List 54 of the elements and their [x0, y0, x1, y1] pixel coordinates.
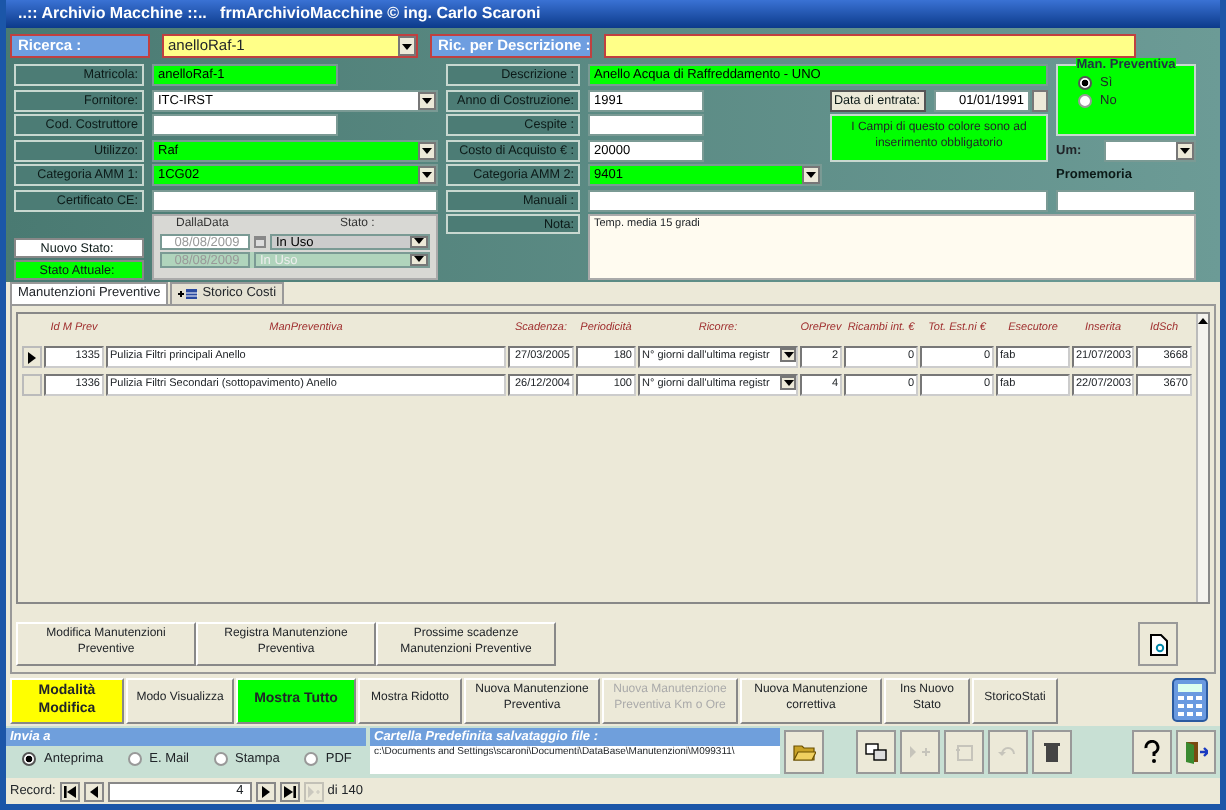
radio-button[interactable]	[1078, 94, 1092, 109]
open-folder-button[interactable]	[784, 730, 824, 774]
next-record-icon	[259, 785, 272, 797]
table-icon	[178, 288, 199, 300]
last-record-button[interactable]	[279, 781, 300, 801]
dropdown-arrow-icon	[402, 43, 412, 49]
radio-button[interactable]	[1078, 76, 1092, 91]
description-search-field[interactable]	[604, 34, 1136, 58]
previous-record-icon	[87, 785, 100, 797]
dropdown-arrow-icon	[783, 352, 793, 358]
calendar-icon	[254, 235, 266, 248]
exit-button[interactable]	[1176, 730, 1216, 774]
new-record-nav-icon	[307, 785, 320, 797]
delete-button[interactable]	[1032, 730, 1072, 774]
radio-button[interactable]	[213, 752, 227, 767]
text-field[interactable]	[588, 189, 1048, 211]
scrollbar[interactable]	[1196, 314, 1208, 602]
trash-icon	[1040, 740, 1064, 764]
first-record-button[interactable]	[59, 781, 80, 801]
last-record-icon	[283, 785, 296, 797]
dropdown-arrow-icon	[783, 380, 793, 386]
calendar-button[interactable]	[1032, 89, 1048, 111]
text-field[interactable]	[152, 114, 338, 136]
um-combo-box[interactable]	[1104, 139, 1196, 161]
first-record-icon	[63, 785, 76, 797]
row-selector[interactable]	[22, 346, 42, 368]
next-record-button[interactable]	[255, 781, 276, 801]
text-field[interactable]	[152, 189, 438, 211]
reminder-field[interactable]	[1056, 189, 1196, 211]
windows-icon	[864, 740, 888, 764]
dropdown-arrow-icon	[1180, 147, 1190, 153]
dropdown-arrow-icon	[414, 238, 424, 245]
help-icon	[1140, 740, 1164, 764]
dropdown-arrow-icon	[414, 256, 424, 263]
scroll-up-icon	[1198, 318, 1208, 324]
text-field[interactable]	[588, 114, 704, 136]
dropdown-arrow-icon	[422, 97, 432, 103]
document-preview-icon	[1149, 633, 1167, 655]
calculator-icon	[1172, 678, 1208, 722]
radio-button[interactable]	[22, 752, 36, 767]
arrow-icon	[908, 740, 932, 764]
radio-button[interactable]	[303, 752, 318, 767]
new-record-button[interactable]	[856, 730, 896, 774]
previous-record-button[interactable]	[83, 781, 104, 801]
exit-door-icon	[1184, 740, 1208, 764]
window-title: ..:: Archivio Macchine ::.. frmArchivioMacchine © ing. Carlo Scaroni	[6, 0, 1220, 28]
print-preview-button[interactable]	[1138, 622, 1178, 666]
radio-button[interactable]	[127, 752, 142, 767]
help-button[interactable]	[1132, 730, 1172, 774]
dropdown-arrow-icon	[422, 147, 432, 153]
dropdown-arrow-icon	[806, 172, 816, 178]
current-row-icon	[28, 351, 36, 363]
folder-icon	[792, 740, 816, 764]
dropdown-arrow-icon	[422, 172, 432, 178]
